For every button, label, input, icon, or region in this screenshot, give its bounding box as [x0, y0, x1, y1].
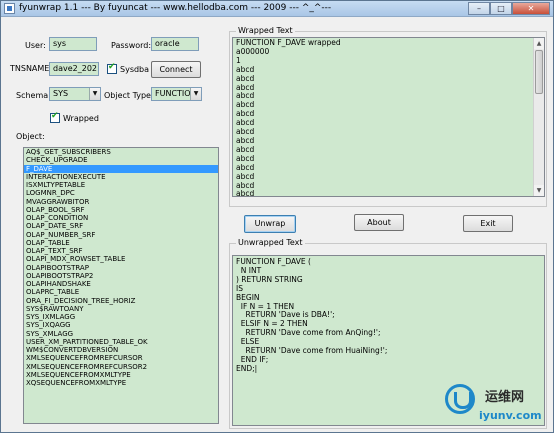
wrapped-text-line: abcd: [236, 171, 255, 181]
chevron-down-icon: ▼: [89, 88, 100, 100]
wrapped-text-line: abcd: [236, 180, 255, 190]
list-item[interactable]: XMLSEQUENCEFROMXMLTYPE: [24, 371, 218, 379]
wrapped-text-line: a000000: [236, 46, 270, 56]
wrapped-text-title: Wrapped Text: [236, 26, 295, 35]
minimize-button[interactable]: –: [468, 2, 490, 15]
list-item[interactable]: SYS$RAWTOANY: [24, 305, 218, 313]
watermark-url: iyunv.com: [479, 409, 542, 422]
list-item[interactable]: CHECK_UPGRADE: [24, 156, 218, 164]
close-button[interactable]: ✕: [512, 2, 550, 15]
scroll-up-icon[interactable]: ▲: [534, 38, 544, 49]
schema-value: SYS: [53, 89, 69, 98]
app-window: fyunwrap 1.1 --- By fuyuncat --- www.hel…: [0, 0, 554, 433]
schema-label: Schema:: [16, 91, 51, 100]
list-item[interactable]: OLAPI_MDX_ROWSET_TABLE: [24, 255, 218, 263]
list-item[interactable]: MVAGGRAWBITOR: [24, 198, 218, 206]
list-item[interactable]: SYS_XMLAGG: [24, 330, 218, 338]
user-label: User:: [25, 41, 46, 50]
wrapped-text-line: FUNCTION F_DAVE wrapped: [236, 38, 341, 47]
watermark: 运维网 iyunv.com: [445, 382, 549, 428]
password-label: Password:: [111, 41, 152, 50]
watermark-logo-icon: [445, 384, 475, 414]
app-icon: [4, 3, 15, 14]
list-item[interactable]: OLAP_NUMBER_SRF: [24, 231, 218, 239]
wrapped-text-line: abcd: [236, 153, 255, 163]
list-item[interactable]: ISXMLTYPETABLE: [24, 181, 218, 189]
wrapped-text-line: abcd: [236, 109, 255, 119]
wrapped-text-line: abcd: [236, 91, 255, 101]
list-item[interactable]: OLAP_TEXT_SRF: [24, 247, 218, 255]
list-item[interactable]: OLAP_CONDITION: [24, 214, 218, 222]
wrapped-text-line: abcd: [236, 64, 255, 74]
object-label: Object:: [16, 132, 45, 141]
user-input[interactable]: sys: [49, 37, 97, 51]
unwrapped-text-title: Unwrapped Text: [236, 238, 305, 247]
list-item[interactable]: AQ$_GET_SUBSCRIBERS: [24, 148, 218, 156]
tnsname-label: TNSNAME:: [10, 64, 53, 73]
list-item[interactable]: SYS_IXMLAGG: [24, 313, 218, 321]
about-button[interactable]: About: [354, 214, 404, 231]
wrapped-scrollbar[interactable]: ▲ ▼: [533, 38, 544, 196]
object-type-label: Object Type:: [104, 91, 154, 100]
chevron-down-icon: ▼: [190, 88, 201, 100]
wrapped-text-line: abcd: [236, 73, 255, 83]
unwrapped-text-line: ) RETURN STRING: [236, 274, 303, 284]
maximize-button[interactable]: □: [490, 2, 512, 15]
list-item[interactable]: INTERACTIONEXECUTE: [24, 173, 218, 181]
watermark-brand: 运维网: [485, 390, 525, 405]
wrapped-text-line: abcd: [236, 144, 255, 154]
wrapped-text-line: abcd: [236, 100, 255, 110]
list-item[interactable]: OLAPIHANDSHAKE: [24, 280, 218, 288]
unwrapped-text-line: RETURN 'Dave come from HuaiNing!';: [236, 346, 388, 356]
sysdba-checkbox[interactable]: [107, 62, 117, 74]
list-item[interactable]: XMLSEQUENCEFROMREFCURSOR2: [24, 363, 218, 371]
sysdba-label: Sysdba: [120, 65, 150, 74]
list-item[interactable]: OLAPIBOOTSTRAP: [24, 264, 218, 272]
list-item[interactable]: WM$CONVERTDBVERSION: [24, 346, 218, 354]
list-item[interactable]: OLAP_BOOL_SRF: [24, 206, 218, 214]
list-item[interactable]: LOGMNR_DPC: [24, 189, 218, 197]
wrapped-textarea[interactable]: FUNCTION F_DAVE wrapped a000000 1 abcd abcd a…: [232, 37, 545, 197]
object-listbox[interactable]: AQ$_GET_SUBSCRIBERS CHECK_UPGRADE F_DAVE IN…: [23, 147, 219, 424]
wrapped-text-line: 1: [236, 55, 241, 65]
password-input[interactable]: oracle: [151, 37, 199, 51]
unwrapped-text-line: END IF;: [236, 354, 269, 364]
unwrapped-text-line: FUNCTION F_DAVE (: [236, 257, 311, 266]
list-item[interactable]: ORA_FI_DECISION_TREE_HORIZ: [24, 297, 218, 305]
wrapped-text-line: abcd: [236, 189, 255, 197]
list-item[interactable]: F_DAVE: [24, 164, 218, 173]
schema-select[interactable]: SYS ▼: [49, 87, 101, 101]
unwrapped-text-line: RETURN 'Dave come from AnQing!';: [236, 328, 381, 338]
list-item[interactable]: XMLSEQUENCEFROMREFCURSOR: [24, 354, 218, 362]
unwrapped-text-line: IS: [236, 283, 243, 293]
list-item[interactable]: OLAPIBOOTSTRAP2: [24, 272, 218, 280]
unwrapped-text-line: END;|: [236, 363, 258, 373]
title-bar[interactable]: fyunwrap 1.1 --- By fuyuncat --- www.hel…: [1, 1, 553, 17]
wrapped-text-line: abcd: [236, 162, 255, 172]
object-type-select[interactable]: FUNCTION ▼: [151, 87, 202, 101]
wrapped-label: Wrapped: [63, 114, 99, 123]
window-controls: – □ ✕: [468, 2, 550, 15]
window-title: fyunwrap 1.1 --- By fuyuncat --- www.hel…: [19, 3, 332, 13]
list-item[interactable]: XQSEQUENCEFROMXMLTYPE: [24, 379, 218, 387]
wrapped-text-line: abcd: [236, 118, 255, 128]
connect-button[interactable]: Connect: [151, 61, 201, 78]
exit-button[interactable]: Exit: [463, 215, 513, 232]
tnsname-input[interactable]: dave2_202: [49, 62, 99, 76]
list-item[interactable]: USER_XM_PARTITIONED_TABLE_OK: [24, 338, 218, 346]
scroll-down-icon[interactable]: ▼: [534, 185, 544, 196]
wrapped-text-line: abcd: [236, 82, 255, 92]
wrapped-text-line: abcd: [236, 135, 255, 145]
wrapped-checkbox[interactable]: [50, 111, 60, 123]
list-item[interactable]: OLAP_TABLE: [24, 239, 218, 247]
wrapped-text-line: abcd: [236, 127, 255, 137]
list-item[interactable]: OLAP_DATE_SRF: [24, 222, 218, 230]
unwrap-button[interactable]: Unwrap: [244, 215, 296, 233]
scroll-thumb[interactable]: [535, 50, 543, 94]
list-item[interactable]: OLAPRC_TABLE: [24, 288, 218, 296]
list-item[interactable]: SYS_IXQAGG: [24, 321, 218, 329]
